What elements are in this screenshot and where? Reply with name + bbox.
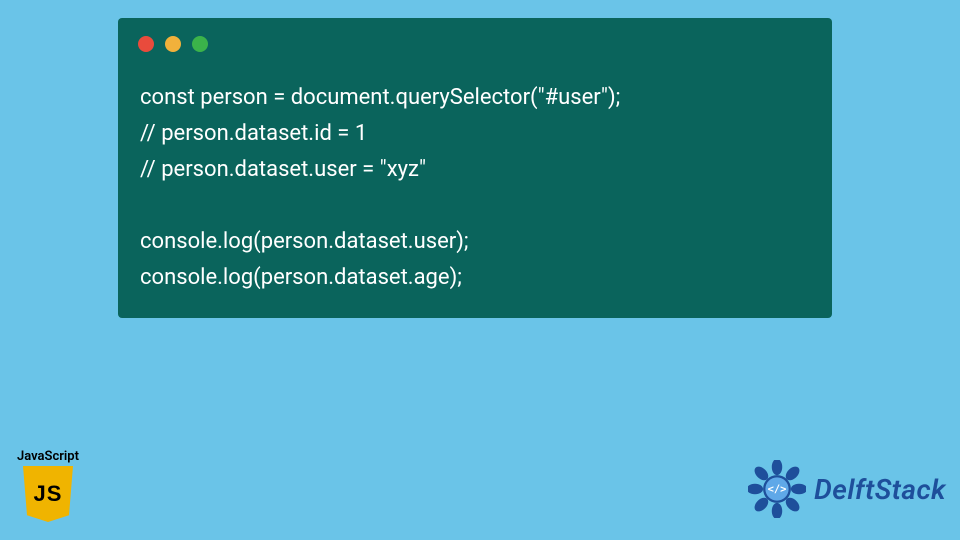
code-block: const person = document.querySelector("#… [140, 80, 620, 296]
close-dot-icon [138, 36, 154, 52]
javascript-label: JavaScript [8, 449, 88, 464]
minimize-dot-icon [165, 36, 181, 52]
delftstack-text: DelftStack [814, 473, 946, 506]
code-card: const person = document.querySelector("#… [118, 18, 832, 318]
delftstack-logo-icon: </> [748, 460, 806, 518]
js-shield-icon: JS [23, 466, 73, 522]
js-shield-text: JS [34, 481, 63, 507]
javascript-badge: JavaScript JS [8, 449, 88, 522]
zoom-dot-icon [192, 36, 208, 52]
svg-text:</>: </> [768, 483, 787, 495]
window-traffic-lights [138, 36, 208, 52]
delftstack-badge: </> DelftStack [748, 460, 946, 518]
